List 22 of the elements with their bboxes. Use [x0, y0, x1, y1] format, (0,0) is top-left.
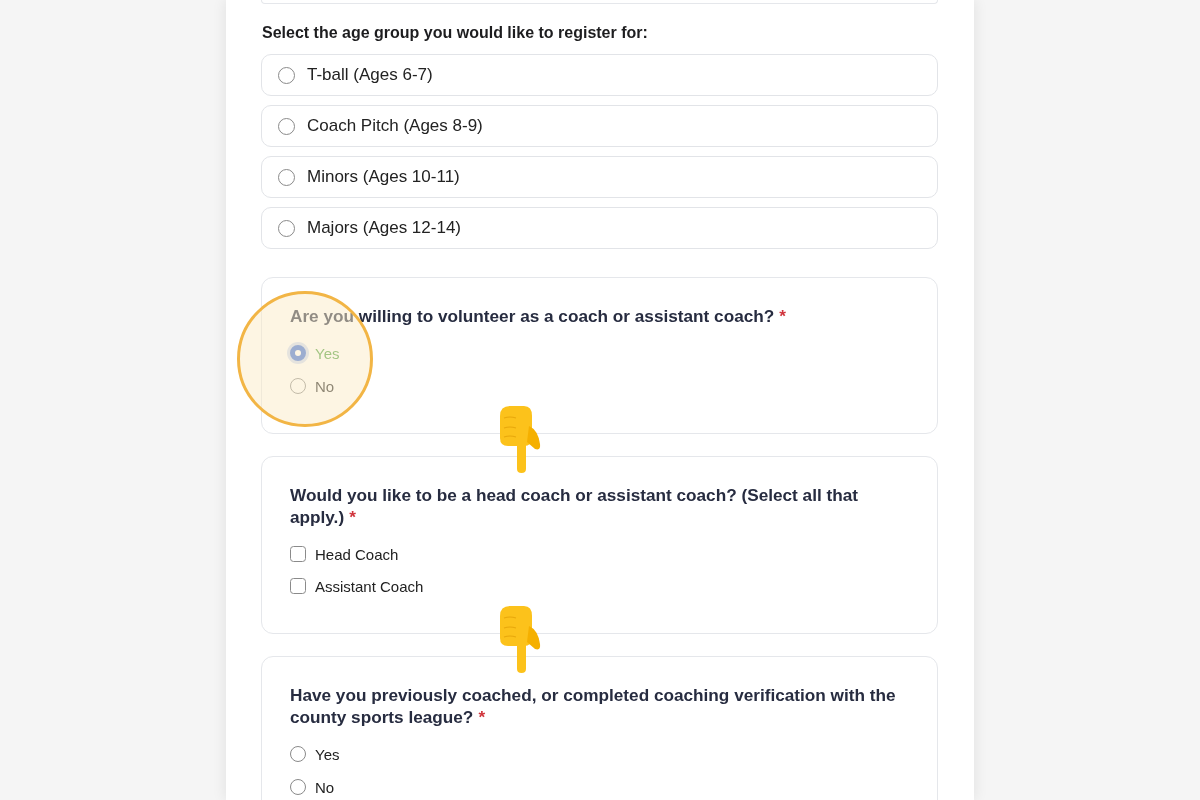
question-text: Are you willing to volunteer as a coach or assistant coach? * [290, 305, 787, 327]
radio-button[interactable] [278, 66, 295, 84]
option-label[interactable]: Yes [315, 745, 340, 763]
radio-button[interactable] [290, 378, 306, 394]
checkbox[interactable] [290, 578, 306, 594]
radio-option[interactable]: Minors (Ages 10-11) [261, 156, 938, 198]
radio-option[interactable]: Majors (Ages 12-14) [261, 207, 938, 249]
option-label[interactable]: No [315, 778, 335, 796]
option-label[interactable]: Assistant Coach [315, 577, 424, 595]
radio-button[interactable] [290, 345, 306, 361]
radio-button[interactable] [278, 117, 295, 135]
checkbox[interactable] [290, 546, 306, 562]
radio-option[interactable]: T-ball (Ages 6-7) [261, 54, 938, 96]
radio-option[interactable]: Coach Pitch (Ages 8-9) [261, 105, 938, 147]
radio-button[interactable] [290, 779, 306, 795]
radio-button[interactable] [278, 168, 295, 186]
radio-button[interactable] [290, 746, 306, 762]
radio-button[interactable] [278, 219, 295, 237]
option-label[interactable]: Head Coach [315, 545, 399, 563]
question-text: Would you like to be a head coach or assistant coach? (Select all that apply.) * [290, 484, 859, 528]
question-text: Have you previously coached, or completed coaching verification with the county sports league? * [290, 684, 897, 728]
section-heading: Select the age group you would like to register for: [262, 23, 649, 43]
